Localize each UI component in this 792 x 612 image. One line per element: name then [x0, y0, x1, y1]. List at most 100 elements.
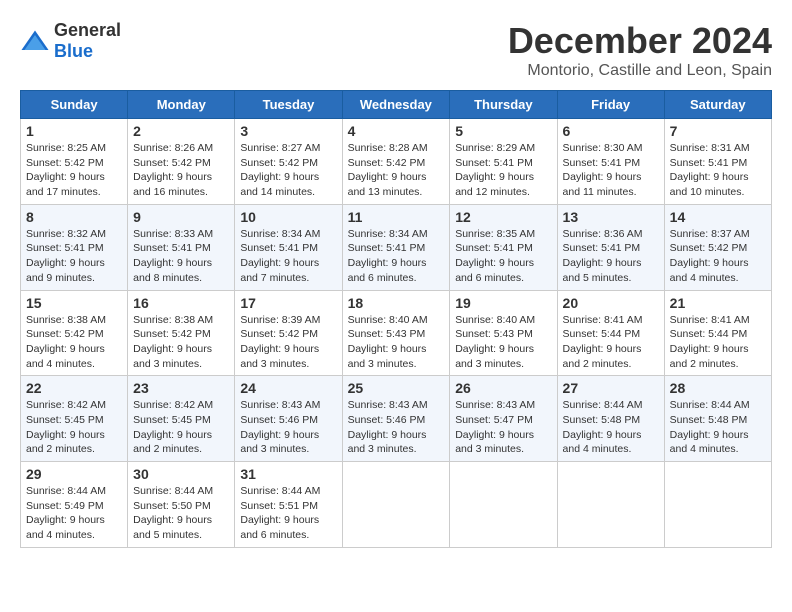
cell-content: Sunrise: 8:38 AM Sunset: 5:42 PM Dayligh… — [133, 313, 229, 372]
calendar-cell: 8Sunrise: 8:32 AM Sunset: 5:41 PM Daylig… — [21, 204, 128, 290]
cell-content: Sunrise: 8:44 AM Sunset: 5:49 PM Dayligh… — [26, 484, 122, 543]
date-number: 20 — [563, 295, 659, 311]
calendar-cell — [557, 462, 664, 548]
date-number: 21 — [670, 295, 766, 311]
calendar-cell: 22 Sunrise: 8:42 AM Sunset: 5:45 PM Dayli… — [21, 376, 128, 462]
calendar-cell: 29Sunrise: 8:44 AM Sunset: 5:49 PM Dayli… — [21, 462, 128, 548]
date-number: 6 — [563, 123, 659, 139]
calendar-cell: 28Sunrise: 8:44 AM Sunset: 5:48 PM Dayli… — [664, 376, 771, 462]
date-number: 9 — [133, 209, 229, 225]
cell-content: Sunrise: 8:30 AM Sunset: 5:41 PM Dayligh… — [563, 141, 659, 200]
title-area: December 2024 Montorio, Castille and Leo… — [508, 20, 772, 80]
date-number: 27 — [563, 380, 659, 396]
calendar-cell: 27 Sunrise: 8:44 AM Sunset: 5:48 PM Dayli… — [557, 376, 664, 462]
calendar-cell: 4 Sunrise: 8:28 AM Sunset: 5:42 PM Daylig… — [342, 119, 450, 205]
calendar-cell: 30 Sunrise: 8:44 AM Sunset: 5:50 PM Dayli… — [128, 462, 235, 548]
week-row-1: 1Sunrise: 8:25 AM Sunset: 5:42 PM Daylig… — [21, 119, 772, 205]
cell-content: Sunrise: 8:44 AM Sunset: 5:48 PM Dayligh… — [670, 398, 766, 457]
calendar-cell: 24Sunrise: 8:43 AM Sunset: 5:46 PM Dayli… — [235, 376, 342, 462]
calendar-cell: 12Sunrise: 8:35 AM Sunset: 5:41 PM Dayli… — [450, 204, 557, 290]
date-number: 23 — [133, 380, 229, 396]
calendar-cell: 17 Sunrise: 8:39 AM Sunset: 5:42 PM Dayli… — [235, 290, 342, 376]
date-number: 17 — [240, 295, 336, 311]
calendar-cell: 5Sunrise: 8:29 AM Sunset: 5:41 PM Daylig… — [450, 119, 557, 205]
cell-content: Sunrise: 8:34 AM Sunset: 5:41 PM Dayligh… — [240, 227, 336, 286]
calendar-cell: 7 Sunrise: 8:31 AM Sunset: 5:41 PM Daylig… — [664, 119, 771, 205]
date-number: 18 — [348, 295, 445, 311]
date-number: 12 — [455, 209, 551, 225]
calendar-cell — [450, 462, 557, 548]
cell-content: Sunrise: 8:44 AM Sunset: 5:48 PM Dayligh… — [563, 398, 659, 457]
cell-content: Sunrise: 8:44 AM Sunset: 5:50 PM Dayligh… — [133, 484, 229, 543]
cell-content: Sunrise: 8:42 AM Sunset: 5:45 PM Dayligh… — [26, 398, 122, 457]
calendar-cell: 31Sunrise: 8:44 AM Sunset: 5:51 PM Dayli… — [235, 462, 342, 548]
cell-content: Sunrise: 8:26 AM Sunset: 5:42 PM Dayligh… — [133, 141, 229, 200]
date-number: 7 — [670, 123, 766, 139]
header: General Blue December 2024 Montorio, Cas… — [20, 20, 772, 80]
calendar-cell: 25Sunrise: 8:43 AM Sunset: 5:46 PM Dayli… — [342, 376, 450, 462]
date-number: 3 — [240, 123, 336, 139]
calendar-cell: 9 Sunrise: 8:33 AM Sunset: 5:41 PM Daylig… — [128, 204, 235, 290]
calendar-cell: 20 Sunrise: 8:41 AM Sunset: 5:44 PM Dayli… — [557, 290, 664, 376]
calendar-cell: 10 Sunrise: 8:34 AM Sunset: 5:41 PM Dayli… — [235, 204, 342, 290]
cell-content: Sunrise: 8:33 AM Sunset: 5:41 PM Dayligh… — [133, 227, 229, 286]
date-number: 30 — [133, 466, 229, 482]
calendar-cell: 11 Sunrise: 8:34 AM Sunset: 5:41 PM Dayli… — [342, 204, 450, 290]
calendar-cell: 15Sunrise: 8:38 AM Sunset: 5:42 PM Dayli… — [21, 290, 128, 376]
col-tuesday: Tuesday — [235, 91, 342, 119]
col-sunday: Sunday — [21, 91, 128, 119]
cell-content: Sunrise: 8:25 AM Sunset: 5:42 PM Dayligh… — [26, 141, 122, 200]
calendar-cell: 14Sunrise: 8:37 AM Sunset: 5:42 PM Dayli… — [664, 204, 771, 290]
logo-general: General — [54, 20, 121, 40]
cell-content: Sunrise: 8:40 AM Sunset: 5:43 PM Dayligh… — [348, 313, 445, 372]
col-monday: Monday — [128, 91, 235, 119]
main-title: December 2024 — [508, 20, 772, 62]
calendar-cell: 1Sunrise: 8:25 AM Sunset: 5:42 PM Daylig… — [21, 119, 128, 205]
cell-content: Sunrise: 8:28 AM Sunset: 5:42 PM Dayligh… — [348, 141, 445, 200]
date-number: 13 — [563, 209, 659, 225]
week-row-5: 29Sunrise: 8:44 AM Sunset: 5:49 PM Dayli… — [21, 462, 772, 548]
cell-content: Sunrise: 8:41 AM Sunset: 5:44 PM Dayligh… — [670, 313, 766, 372]
week-row-2: 8Sunrise: 8:32 AM Sunset: 5:41 PM Daylig… — [21, 204, 772, 290]
col-wednesday: Wednesday — [342, 91, 450, 119]
date-number: 26 — [455, 380, 551, 396]
cell-content: Sunrise: 8:31 AM Sunset: 5:41 PM Dayligh… — [670, 141, 766, 200]
date-number: 11 — [348, 209, 445, 225]
calendar-cell: 3 Sunrise: 8:27 AM Sunset: 5:42 PM Daylig… — [235, 119, 342, 205]
logo-icon — [20, 29, 50, 53]
cell-content: Sunrise: 8:34 AM Sunset: 5:41 PM Dayligh… — [348, 227, 445, 286]
calendar-cell: 13 Sunrise: 8:36 AM Sunset: 5:41 PM Dayli… — [557, 204, 664, 290]
date-number: 2 — [133, 123, 229, 139]
calendar-table: Sunday Monday Tuesday Wednesday Thursday… — [20, 90, 772, 548]
cell-content: Sunrise: 8:40 AM Sunset: 5:43 PM Dayligh… — [455, 313, 551, 372]
cell-content: Sunrise: 8:42 AM Sunset: 5:45 PM Dayligh… — [133, 398, 229, 457]
date-number: 14 — [670, 209, 766, 225]
col-thursday: Thursday — [450, 91, 557, 119]
date-number: 4 — [348, 123, 445, 139]
week-row-3: 15Sunrise: 8:38 AM Sunset: 5:42 PM Dayli… — [21, 290, 772, 376]
cell-content: Sunrise: 8:38 AM Sunset: 5:42 PM Dayligh… — [26, 313, 122, 372]
cell-content: Sunrise: 8:36 AM Sunset: 5:41 PM Dayligh… — [563, 227, 659, 286]
logo-text: General Blue — [54, 20, 121, 62]
date-number: 31 — [240, 466, 336, 482]
calendar-cell: 2 Sunrise: 8:26 AM Sunset: 5:42 PM Daylig… — [128, 119, 235, 205]
calendar-cell: 23 Sunrise: 8:42 AM Sunset: 5:45 PM Dayli… — [128, 376, 235, 462]
logo-blue: Blue — [54, 41, 93, 61]
col-saturday: Saturday — [664, 91, 771, 119]
col-friday: Friday — [557, 91, 664, 119]
date-number: 19 — [455, 295, 551, 311]
week-row-4: 22 Sunrise: 8:42 AM Sunset: 5:45 PM Dayli… — [21, 376, 772, 462]
cell-content: Sunrise: 8:43 AM Sunset: 5:47 PM Dayligh… — [455, 398, 551, 457]
date-number: 8 — [26, 209, 122, 225]
calendar-cell: 26 Sunrise: 8:43 AM Sunset: 5:47 PM Dayli… — [450, 376, 557, 462]
header-row: Sunday Monday Tuesday Wednesday Thursday… — [21, 91, 772, 119]
cell-content: Sunrise: 8:39 AM Sunset: 5:42 PM Dayligh… — [240, 313, 336, 372]
calendar-cell — [342, 462, 450, 548]
cell-content: Sunrise: 8:29 AM Sunset: 5:41 PM Dayligh… — [455, 141, 551, 200]
cell-content: Sunrise: 8:27 AM Sunset: 5:42 PM Dayligh… — [240, 141, 336, 200]
date-number: 24 — [240, 380, 336, 396]
calendar-cell: 18 Sunrise: 8:40 AM Sunset: 5:43 PM Dayli… — [342, 290, 450, 376]
date-number: 22 — [26, 380, 122, 396]
date-number: 10 — [240, 209, 336, 225]
cell-content: Sunrise: 8:41 AM Sunset: 5:44 PM Dayligh… — [563, 313, 659, 372]
